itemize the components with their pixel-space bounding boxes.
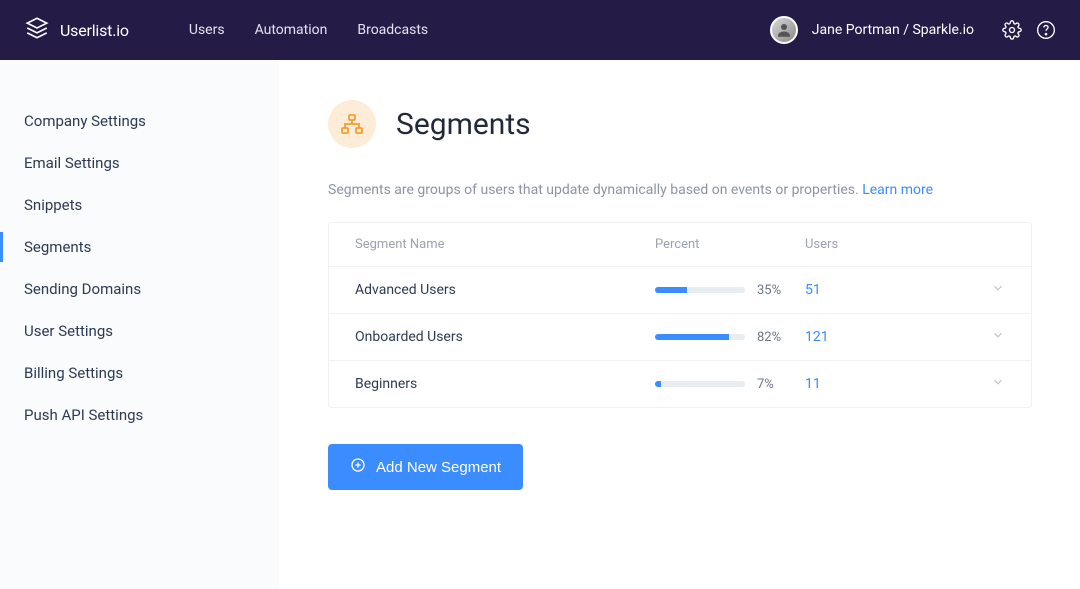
brand[interactable]: Userlist.io [24,15,129,45]
page-header: Segments [328,100,1032,148]
segment-percent: 35% [655,283,805,298]
segment-users[interactable]: 11 [805,376,955,392]
table-row[interactable]: Advanced Users 35% 51 [329,267,1031,314]
settings-icon[interactable] [1002,20,1022,40]
nav-broadcasts[interactable]: Broadcasts [357,22,428,38]
nav-users[interactable]: Users [189,22,225,38]
percent-label: 82% [757,330,781,345]
segment-percent: 82% [655,330,805,345]
segment-name: Advanced Users [355,282,655,298]
col-header-percent: Percent [655,237,805,252]
percent-label: 35% [757,283,781,298]
progress-fill [655,334,729,340]
topbar: Userlist.io Users Automation Broadcasts … [0,0,1080,60]
table-row[interactable]: Onboarded Users 82% 121 [329,314,1031,361]
segment-name: Beginners [355,376,655,392]
user-area: Jane Portman / Sparkle.io [770,16,1056,44]
sidebar-item-segments[interactable]: Segments [0,226,279,268]
page-description-text: Segments are groups of users that update… [328,182,859,198]
segment-users[interactable]: 51 [805,282,955,298]
col-header-name: Segment Name [355,237,655,252]
sidebar-item-push-api-settings[interactable]: Push API Settings [0,394,279,436]
progress-fill [655,381,661,387]
progress-bar [655,334,745,340]
percent-label: 7% [757,377,774,392]
user-label[interactable]: Jane Portman / Sparkle.io [812,22,974,38]
sidebar-item-sending-domains[interactable]: Sending Domains [0,268,279,310]
sidebar-item-email-settings[interactable]: Email Settings [0,142,279,184]
sidebar-item-user-settings[interactable]: User Settings [0,310,279,352]
add-segment-button[interactable]: Add New Segment [328,444,523,490]
add-segment-label: Add New Segment [376,459,501,476]
segments-icon [328,100,376,148]
table-header: Segment Name Percent Users [329,223,1031,267]
page-title: Segments [396,107,531,142]
plus-circle-icon [350,457,366,477]
col-header-users: Users [805,237,955,252]
progress-fill [655,287,687,293]
sidebar-item-company-settings[interactable]: Company Settings [0,100,279,142]
segment-name: Onboarded Users [355,329,655,345]
segments-table: Segment Name Percent Users Advanced User… [328,222,1032,408]
help-icon[interactable] [1036,20,1056,40]
sidebar-item-snippets[interactable]: Snippets [0,184,279,226]
progress-bar [655,381,745,387]
main-content: Segments Segments are groups of users th… [280,60,1080,589]
settings-sidebar: Company Settings Email Settings Snippets… [0,60,280,589]
brand-name: Userlist.io [60,21,129,40]
expand-icon[interactable] [955,281,1005,299]
top-nav: Users Automation Broadcasts [189,22,428,38]
nav-automation[interactable]: Automation [255,22,328,38]
brand-logo-icon [24,15,50,45]
segment-percent: 7% [655,377,805,392]
progress-bar [655,287,745,293]
page-description: Segments are groups of users that update… [328,182,1032,198]
segment-users[interactable]: 121 [805,329,955,345]
sidebar-item-billing-settings[interactable]: Billing Settings [0,352,279,394]
table-row[interactable]: Beginners 7% 11 [329,361,1031,407]
expand-icon[interactable] [955,375,1005,393]
learn-more-link[interactable]: Learn more [862,182,933,198]
avatar[interactable] [770,16,798,44]
expand-icon[interactable] [955,328,1005,346]
